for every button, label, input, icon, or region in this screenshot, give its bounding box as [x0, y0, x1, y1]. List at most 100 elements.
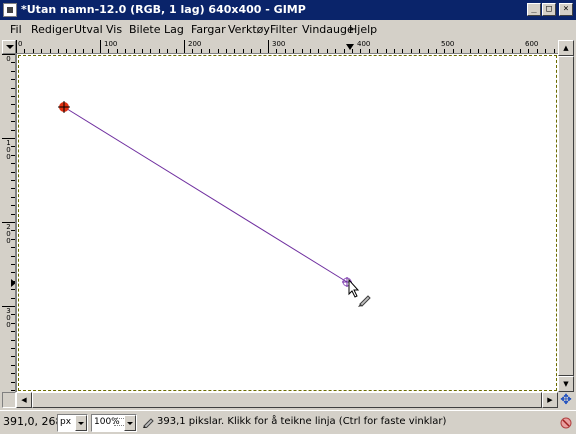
ruler-tick — [428, 49, 429, 53]
ruler-tick — [192, 49, 193, 53]
ruler-tick — [11, 172, 15, 173]
ruler-tick — [11, 104, 15, 105]
pencil-cursor-icon — [348, 278, 371, 307]
ruler-tick — [11, 256, 15, 257]
ruler-tick — [218, 49, 219, 53]
scroll-up-button[interactable]: ▲ — [558, 40, 574, 56]
ruler-label: 200 — [188, 40, 202, 48]
ruler-tick — [209, 49, 210, 53]
chevron-down-icon[interactable] — [75, 415, 87, 431]
ruler-tick — [33, 49, 34, 53]
pencil-icon — [143, 418, 154, 428]
menu-colors[interactable]: Fargar — [191, 23, 226, 36]
ruler-tick — [11, 356, 15, 357]
title-bar[interactable]: *Utan namn-12.0 (RGB, 1 lag) 640x400 - G… — [0, 0, 576, 20]
navigate-icon[interactable]: ✥ — [558, 392, 574, 408]
menu-file[interactable]: Fil — [10, 23, 22, 36]
horizontal-scrollbar[interactable]: ◀ ▶ — [16, 392, 558, 408]
ruler-tick — [176, 49, 177, 53]
ruler-tick — [411, 49, 412, 53]
ruler-tick — [16, 40, 17, 53]
ruler-label: 600 — [525, 40, 539, 48]
ruler-tick — [11, 62, 15, 63]
ruler-label: 300 — [2, 308, 15, 329]
zoom-selector[interactable]: 100% — [91, 414, 137, 432]
ruler-tick — [11, 390, 15, 391]
line-start-marker — [58, 101, 70, 113]
ruler-tick — [461, 49, 462, 53]
scroll-down-button[interactable]: ▼ — [558, 376, 574, 392]
cancel-icon[interactable] — [558, 415, 574, 431]
ruler-tick — [11, 239, 15, 240]
ruler-tick — [335, 49, 336, 53]
chevron-down-icon[interactable] — [124, 415, 136, 431]
ruler-tick — [184, 40, 185, 53]
quick-mask-toggle[interactable] — [2, 392, 16, 408]
horizontal-scroll-thumb[interactable] — [32, 392, 542, 408]
gimp-image-icon[interactable] — [3, 3, 17, 17]
horizontal-ruler[interactable]: 0 100 200 300 400 500 600 — [16, 40, 558, 54]
ruler-tick — [478, 49, 479, 53]
ruler-tick — [285, 49, 286, 53]
ruler-tick — [108, 49, 109, 53]
ruler-tick — [503, 49, 504, 53]
ruler-tick — [11, 163, 15, 164]
maximize-button[interactable]: □ — [542, 3, 556, 16]
ruler-tick — [226, 49, 227, 53]
menu-help[interactable]: Hjelp — [349, 23, 377, 36]
ruler-tick — [268, 40, 269, 53]
ruler-tick — [554, 49, 555, 53]
gimp-image-window: *Utan namn-12.0 (RGB, 1 lag) 640x400 - G… — [0, 0, 576, 434]
ruler-tick — [2, 138, 15, 139]
ruler-tick — [11, 180, 15, 181]
ruler-tick — [142, 49, 143, 53]
menu-view[interactable]: Vis — [106, 23, 122, 36]
ruler-tick — [83, 49, 84, 53]
ruler-tick — [150, 49, 151, 53]
menu-select[interactable]: Utval — [74, 23, 103, 36]
ruler-tick — [11, 247, 15, 248]
scroll-left-button[interactable]: ◀ — [16, 392, 32, 408]
menu-image[interactable]: Bilete — [129, 23, 161, 36]
ruler-tick — [92, 49, 93, 53]
menu-layer[interactable]: Lag — [164, 23, 184, 36]
ruler-tick — [512, 49, 513, 53]
vertical-scroll-thumb[interactable] — [558, 56, 574, 376]
ruler-tick — [159, 49, 160, 53]
ruler-tick — [50, 49, 51, 53]
ruler-tick — [11, 71, 15, 72]
ruler-tick — [11, 130, 15, 131]
close-button[interactable]: × — [559, 3, 573, 16]
menu-arrow-button[interactable] — [2, 40, 16, 54]
ruler-tick — [528, 49, 529, 53]
ruler-tick — [251, 49, 252, 53]
ruler-tick — [2, 306, 15, 307]
vertical-ruler[interactable]: 0 100 200 300 — [2, 54, 16, 392]
ruler-tick — [11, 281, 15, 282]
ruler-tick — [125, 49, 126, 53]
ruler-tick — [100, 40, 101, 53]
ruler-tick — [11, 79, 15, 80]
window-title: *Utan namn-12.0 (RGB, 1 lag) 640x400 - G… — [21, 3, 306, 16]
vertical-scrollbar[interactable]: ▲ ▼ — [558, 40, 574, 392]
menu-windows[interactable]: Vindauge — [302, 23, 354, 36]
ruler-label: 500 — [441, 40, 455, 48]
ruler-tick — [11, 205, 15, 206]
scroll-right-button[interactable]: ▶ — [542, 392, 558, 408]
ruler-tick — [302, 49, 303, 53]
minimize-button[interactable]: _ — [527, 3, 541, 16]
ruler-tick — [117, 49, 118, 53]
ruler-tick — [11, 272, 15, 273]
unit-selector[interactable]: px — [57, 414, 88, 432]
ruler-tick — [545, 49, 546, 53]
ruler-tick — [11, 365, 15, 366]
ruler-tick — [537, 49, 538, 53]
menu-tools[interactable]: Verktøy — [228, 23, 270, 36]
ruler-tick — [11, 230, 15, 231]
ruler-tick — [11, 323, 15, 324]
menu-filters[interactable]: Filter — [270, 23, 297, 36]
ruler-tick — [276, 49, 277, 53]
menu-edit[interactable]: Rediger — [31, 23, 73, 36]
ruler-tick — [24, 49, 25, 53]
image-canvas[interactable] — [16, 54, 558, 392]
